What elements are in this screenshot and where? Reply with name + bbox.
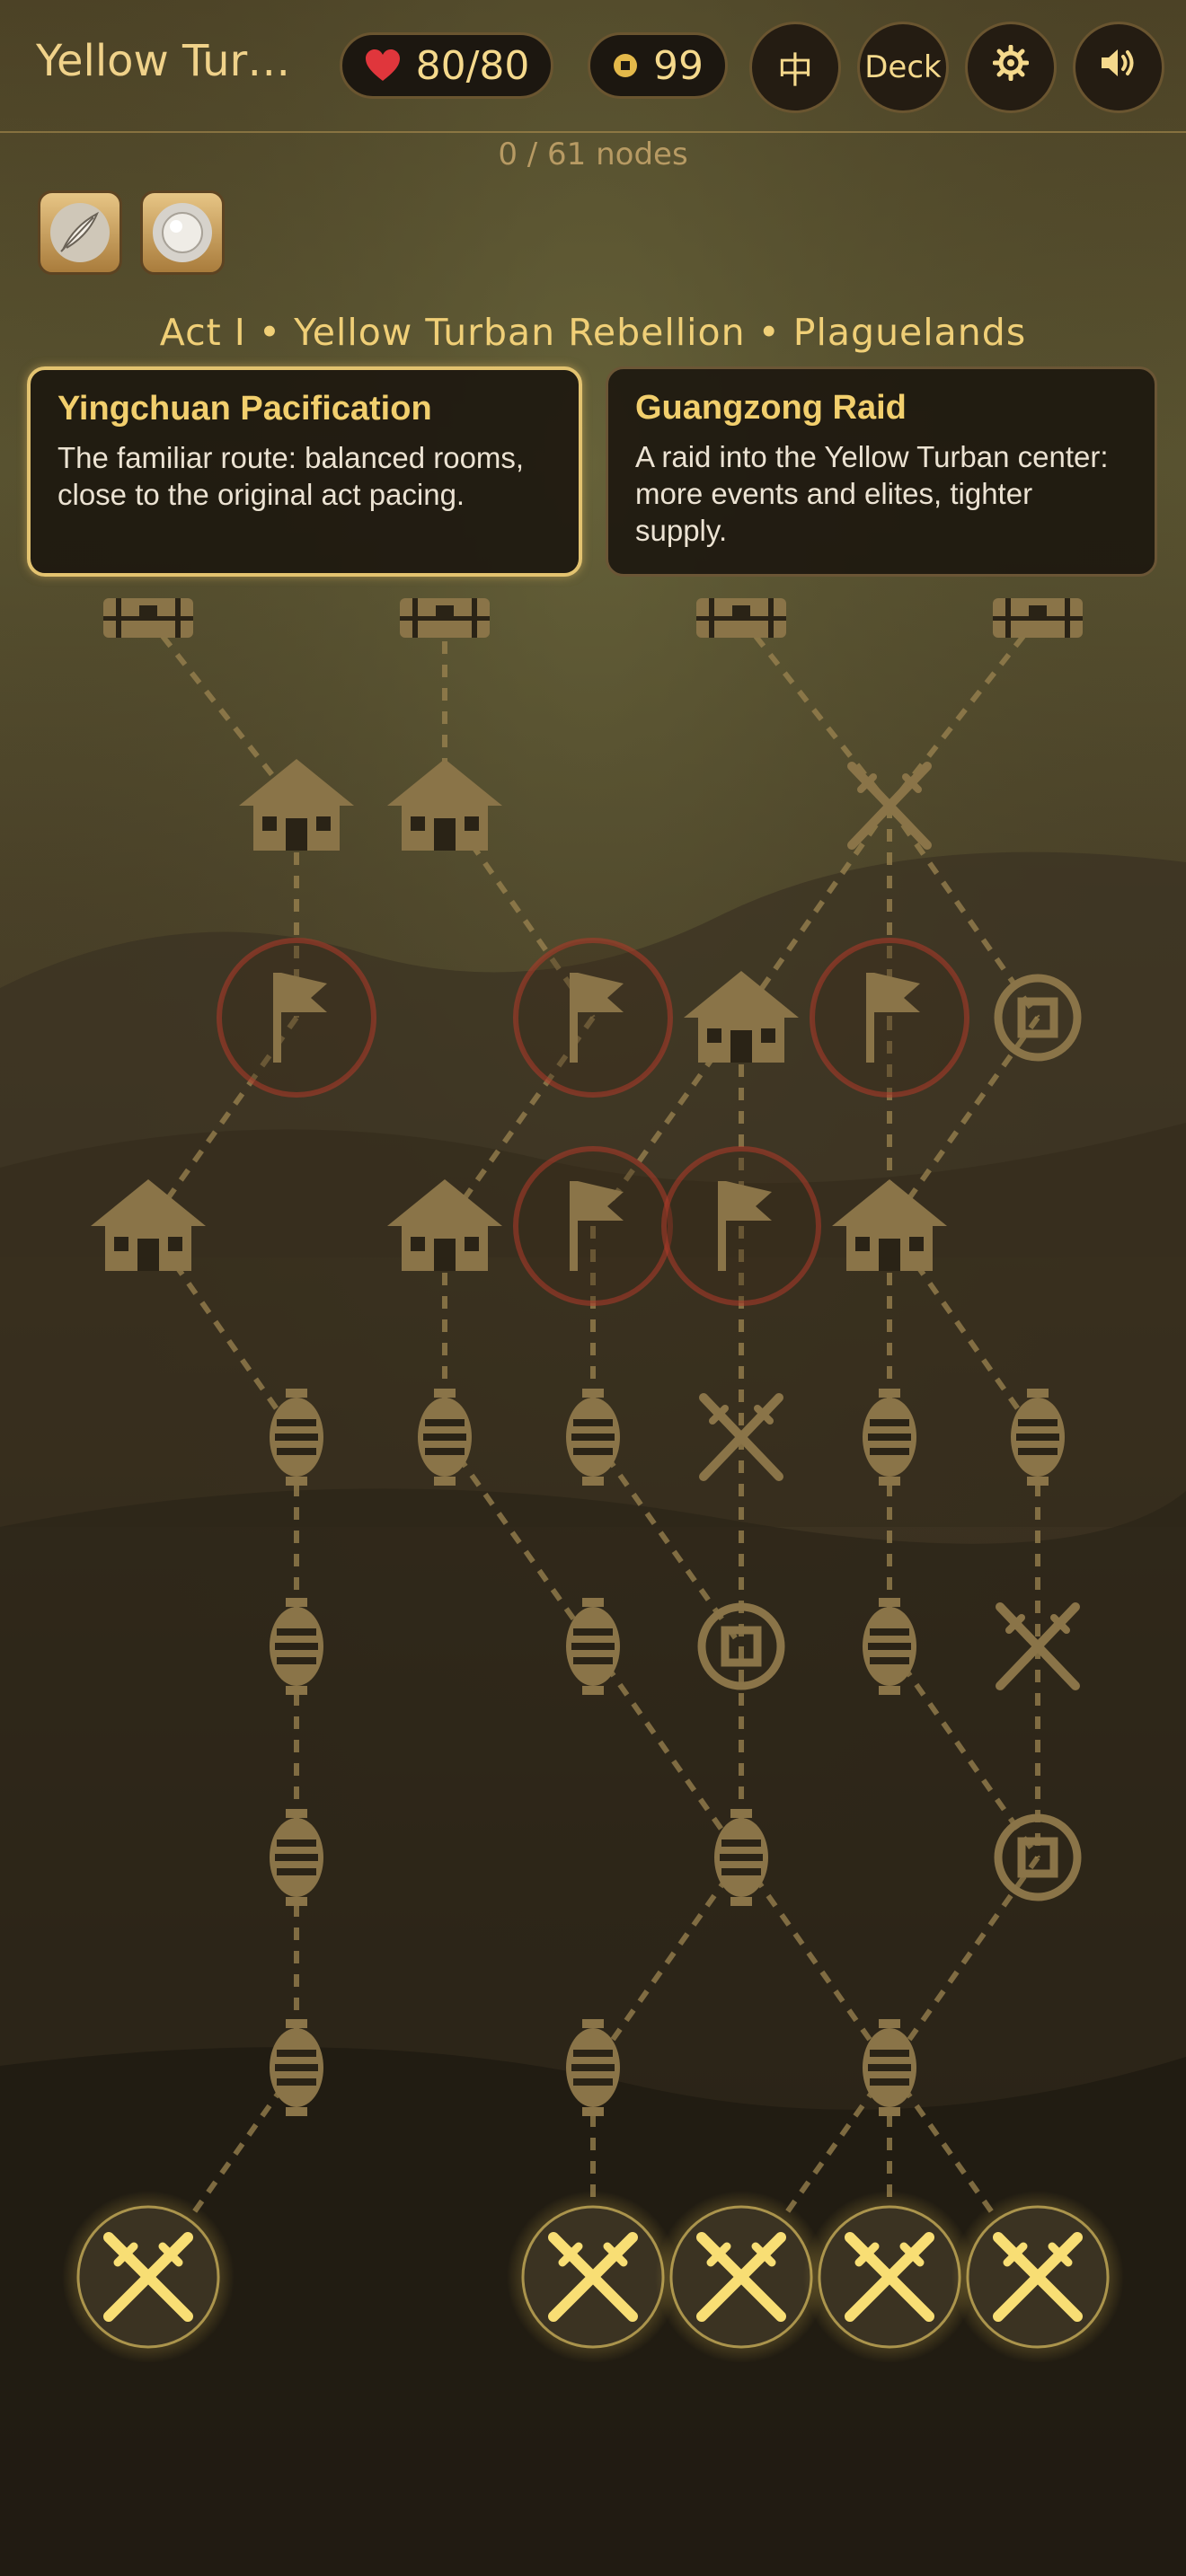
map-node-elite <box>513 1146 673 1306</box>
map-path <box>590 1856 744 2069</box>
hp-display: 80/80 <box>340 32 553 99</box>
route-description: A raid into the Yellow Turban center: mo… <box>635 440 1109 547</box>
map-node-event <box>418 1389 472 1486</box>
map-node-event <box>270 1389 323 1486</box>
map-node-elite <box>810 938 969 1098</box>
language-button[interactable]: 中 <box>749 22 841 113</box>
route-card-guangzong[interactable]: Guangzong Raid A raid into the Yellow Tu… <box>606 366 1157 577</box>
map-progress: 0 / 61 nodes <box>498 137 688 172</box>
map-node-chest <box>993 598 1083 638</box>
map-node-elite <box>513 938 673 1098</box>
map-node-event <box>566 1389 620 1486</box>
route-map <box>62 598 1124 2363</box>
map-node-chest <box>696 598 786 638</box>
map-node-event <box>566 1598 620 1695</box>
map-node-rest <box>684 971 799 1063</box>
map-path <box>739 1856 892 2069</box>
map-node-event <box>270 2019 323 2116</box>
feather-relic-icon[interactable] <box>38 190 122 275</box>
map-node-start[interactable] <box>62 2191 235 2363</box>
map-node-event <box>566 2019 620 2116</box>
map-node-event <box>863 1389 916 1486</box>
route-card-yingchuan[interactable]: Yingchuan Pacification The familiar rout… <box>27 366 582 577</box>
map-node-rest <box>387 759 502 851</box>
map-node-event <box>863 1598 916 1695</box>
coin-icon <box>612 52 639 79</box>
sound-button[interactable] <box>1073 22 1164 113</box>
gold-display: 99 <box>588 32 728 99</box>
map-node-event <box>863 2019 916 2116</box>
gear-icon <box>992 44 1030 90</box>
deck-label: Deck <box>864 49 942 85</box>
settings-button[interactable] <box>965 22 1057 113</box>
map-node-elite <box>661 1146 821 1306</box>
heart-icon <box>364 49 402 83</box>
map-node-start[interactable] <box>951 2191 1124 2363</box>
route-description: The familiar route: balanced rooms, clos… <box>58 441 525 511</box>
map-node-rest <box>387 1179 502 1271</box>
top-bar: Yellow Tur… 80/80 99 中 Deck <box>0 0 1186 133</box>
language-label: 中 <box>777 50 813 92</box>
map-node-event <box>270 1809 323 1906</box>
act-title: Act I • Yellow Turban Rebellion • Plague… <box>159 311 1027 354</box>
hp-value: 80/80 <box>415 42 530 89</box>
map-node-event <box>1011 1389 1065 1486</box>
map-node-event <box>270 1598 323 1695</box>
map-node-rest <box>832 1179 947 1271</box>
deck-button[interactable]: Deck <box>857 22 949 113</box>
map-node-rest <box>91 1179 206 1271</box>
map-node-start[interactable] <box>803 2191 976 2363</box>
map-node-chest <box>400 598 490 638</box>
route-title: Guangzong Raid <box>635 389 907 427</box>
speaker-icon <box>1099 47 1138 88</box>
map-node-start[interactable] <box>655 2191 828 2363</box>
map-path <box>442 1435 596 1648</box>
pearl-relic-icon[interactable] <box>140 190 225 275</box>
map-node-event <box>714 1809 768 1906</box>
map-node-start[interactable] <box>507 2191 679 2363</box>
map-node-elite <box>217 938 376 1098</box>
map-node-chest <box>103 598 193 638</box>
run-title: Yellow Tur… <box>36 36 291 86</box>
map-node-rest <box>239 759 354 851</box>
gold-value: 99 <box>653 42 704 89</box>
route-title: Yingchuan Pacification <box>58 390 432 428</box>
